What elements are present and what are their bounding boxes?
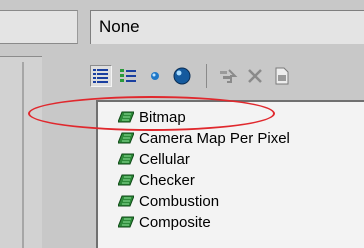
list-view-button[interactable] (90, 65, 112, 87)
clear-material-library-button[interactable] (271, 65, 293, 87)
browser-toolbar (90, 60, 364, 92)
update-scene-materials-button[interactable] (217, 65, 239, 87)
map-type-icon (118, 174, 134, 186)
toolbar-separator (206, 64, 207, 88)
list-item-camera-map-per-pixel[interactable]: Camera Map Per Pixel (98, 128, 358, 148)
list-item-composite[interactable]: Composite (98, 212, 358, 232)
clear-material-library-icon (275, 67, 289, 85)
list-item-combustion[interactable]: Combustion (98, 191, 358, 211)
list-item-label: Combustion (139, 192, 220, 210)
delete-icon (248, 69, 262, 83)
list-item-checker[interactable]: Checker (98, 170, 358, 190)
small-icons-view-button[interactable] (144, 65, 166, 87)
list-item-label: Composite (139, 213, 211, 231)
map-type-icon (118, 216, 134, 228)
list-item-label: Camera Map Per Pixel (139, 129, 290, 147)
list-item-bitmap[interactable]: Bitmap (98, 107, 358, 127)
map-type-icon (118, 153, 134, 165)
map-type-icon (118, 195, 134, 207)
left-panel (0, 56, 42, 248)
list-item-label: Checker (139, 171, 195, 189)
update-scene-materials-icon (220, 69, 238, 83)
list-item-label: Bitmap (139, 108, 186, 126)
small-icons-view-icon (151, 72, 159, 80)
map-type-icon (118, 111, 134, 123)
delete-button[interactable] (244, 65, 266, 87)
left-field (0, 10, 78, 44)
large-icons-view-icon (173, 67, 191, 85)
list-icons-view-icon (120, 69, 136, 82)
material-map-list[interactable]: Bitmap Camera Map Per Pixel Cellular Che… (96, 100, 364, 248)
map-type-icon (118, 132, 134, 144)
large-icons-view-button[interactable] (171, 65, 193, 87)
list-view-icon (93, 69, 108, 83)
material-name-field[interactable]: None (90, 10, 364, 44)
list-item-cellular[interactable]: Cellular (98, 149, 358, 169)
list-item-label: Cellular (139, 150, 190, 168)
left-panel-divider (22, 62, 24, 248)
list-icons-view-button[interactable] (117, 65, 139, 87)
